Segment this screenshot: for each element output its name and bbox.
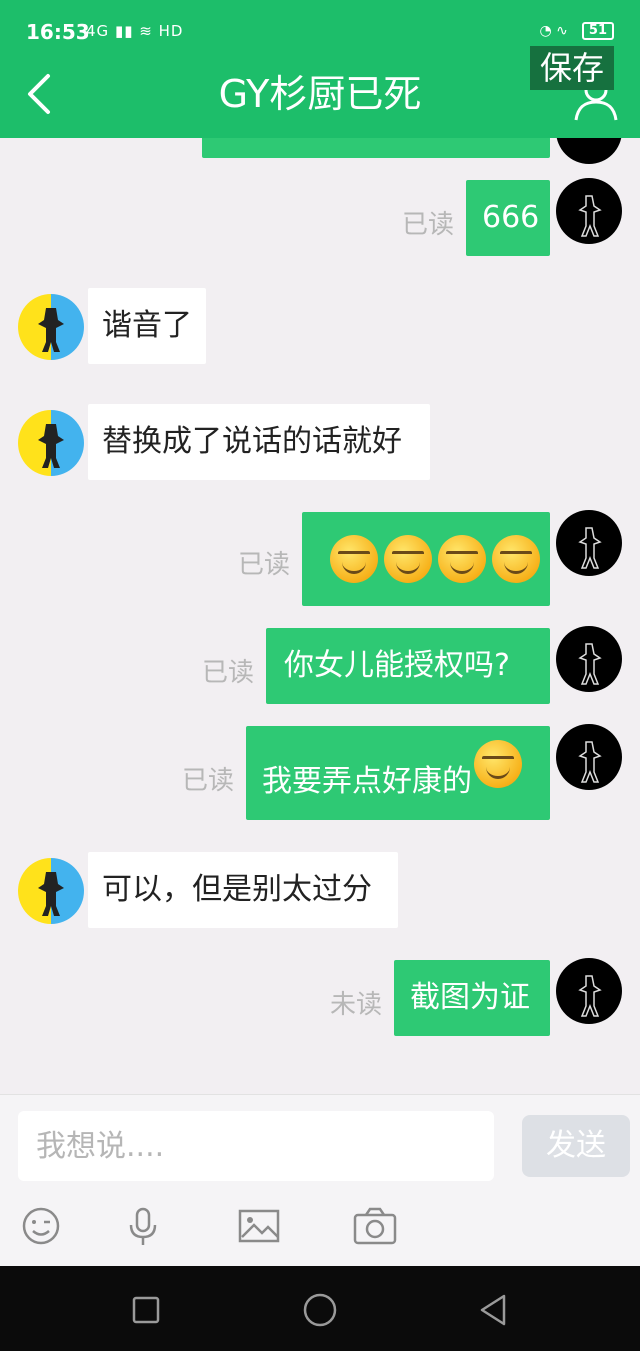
signal-icon: 4G ▮▮ ≋ HD [86, 22, 184, 40]
read-status: 已读 [238, 550, 291, 580]
message-bubble-outgoing[interactable]: 你女儿能授权吗? [266, 628, 550, 704]
message-text: 替换成了说话的话就好 [102, 424, 402, 459]
network-type: 4G [86, 22, 110, 40]
my-avatar[interactable] [556, 138, 622, 164]
smiley-emoji-icon [492, 535, 540, 583]
hd-badge: HD [158, 22, 184, 40]
message-input[interactable] [18, 1111, 494, 1181]
avatar-figure-icon [578, 527, 602, 569]
recent-apps-icon[interactable] [126, 1290, 166, 1330]
message-bubble-incoming[interactable]: 谐音了 [88, 288, 206, 364]
my-avatar[interactable] [556, 178, 622, 244]
avatar-figure-icon [578, 195, 602, 237]
message-bubble-incoming[interactable]: 可以，但是别太过分 [88, 852, 398, 928]
smiley-emoji-icon [384, 535, 432, 583]
composer: 发送 [0, 1094, 640, 1266]
contact-avatar[interactable] [18, 410, 84, 476]
back-icon[interactable] [474, 1290, 514, 1330]
previous-message-bubble [202, 138, 550, 158]
message-bubble-outgoing[interactable]: 我要弄点好康的 [246, 726, 550, 820]
battery-icon: 51 [581, 22, 614, 40]
alarm-icon: ◔ ∿ [539, 23, 568, 39]
read-status: 已读 [402, 210, 455, 240]
smiley-emoji-icon [438, 535, 486, 583]
message-text: 你女儿能授权吗? [284, 648, 510, 683]
contact-avatar[interactable] [18, 294, 84, 360]
my-avatar[interactable] [556, 626, 622, 692]
battery-level: 51 [588, 23, 607, 38]
camera-icon[interactable] [352, 1203, 398, 1249]
read-status: 已读 [202, 658, 255, 688]
message-text: 截图为证 [410, 980, 530, 1015]
read-status: 已读 [182, 766, 235, 796]
message-text: 666 [482, 200, 540, 235]
avatar-figure-icon [38, 872, 64, 916]
status-time: 16:53 [26, 20, 90, 44]
message-bubble-outgoing[interactable]: 截图为证 [394, 960, 550, 1036]
message-bubble-incoming[interactable]: 替换成了说话的话就好 [88, 404, 430, 480]
chat-header: 16:53 4G ▮▮ ≋ HD ◔ ∿ 51 GY杉厨已死 保存 [0, 0, 640, 138]
avatar-figure-icon [38, 308, 64, 352]
home-icon[interactable] [300, 1290, 340, 1330]
my-avatar[interactable] [556, 510, 622, 576]
avatar-figure-icon [578, 975, 602, 1017]
read-status: 未读 [330, 990, 383, 1020]
message-list[interactable]: 已读 666 谐音了 替换成了说话的话就好 已读 已读 你女儿能授权吗? 已读 … [0, 138, 640, 1094]
emoji-icon[interactable] [18, 1203, 64, 1249]
smiley-emoji-icon [330, 535, 378, 583]
avatar-figure-icon [38, 424, 64, 468]
message-text: 我要弄点好康的 [262, 764, 472, 799]
send-button[interactable]: 发送 [522, 1115, 630, 1177]
my-avatar[interactable] [556, 724, 622, 790]
image-icon[interactable] [236, 1203, 282, 1249]
message-bubble-outgoing[interactable] [302, 512, 550, 606]
emoji-row [330, 535, 540, 583]
my-avatar[interactable] [556, 958, 622, 1024]
smiley-emoji-icon [474, 740, 522, 788]
status-right: ◔ ∿ 51 [539, 22, 614, 40]
microphone-icon[interactable] [120, 1203, 166, 1249]
message-bubble-outgoing[interactable]: 666 [466, 180, 550, 256]
message-text: 谐音了 [102, 308, 192, 343]
save-overlay-label: 保存 [529, 46, 614, 90]
avatar-figure-icon [578, 643, 602, 685]
avatar-figure-icon [578, 741, 602, 783]
system-navigation-bar [0, 1266, 640, 1351]
contact-avatar[interactable] [18, 858, 84, 924]
message-text: 可以，但是别太过分 [102, 872, 372, 907]
